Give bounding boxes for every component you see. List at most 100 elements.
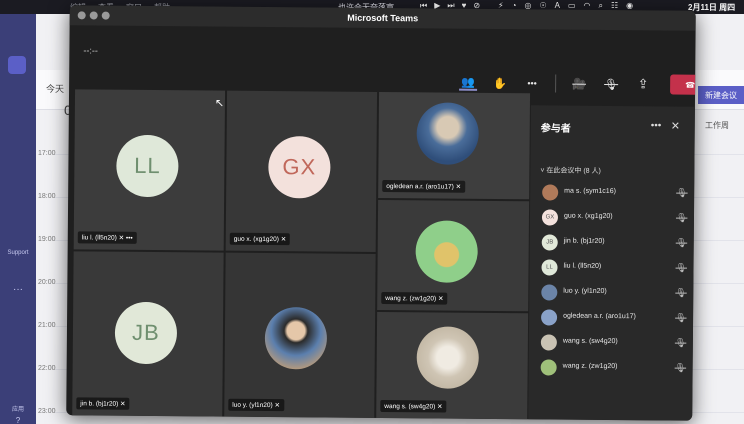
mic-muted-icon: ✕ bbox=[437, 295, 444, 303]
mic-muted-icon: ✕ bbox=[120, 400, 126, 408]
participant-avatar bbox=[540, 359, 557, 376]
mic-muted-icon: 🎙 bbox=[676, 187, 688, 198]
time-label: 19:00 bbox=[38, 236, 56, 243]
toolbar-divider bbox=[555, 74, 557, 93]
mic-muted-icon: 🎙 bbox=[674, 337, 687, 348]
work-week-selector[interactable]: 工作周 bbox=[705, 120, 729, 131]
mic-muted-icon: 🎙 bbox=[675, 287, 687, 298]
help-icon[interactable]: ? bbox=[5, 416, 31, 424]
participant-row[interactable]: ogledean a.r. (aro1u17) 🎙 bbox=[529, 306, 693, 329]
time-label: 21:00 bbox=[38, 322, 56, 329]
new-meeting-button[interactable]: 新建会议 bbox=[698, 86, 744, 104]
participant-name: jin b. (bj1r20) bbox=[80, 400, 119, 408]
mic-off-icon[interactable]: 🎙 bbox=[602, 77, 620, 90]
participant-row[interactable]: LL liu l. (ll5n20) 🎙 bbox=[529, 256, 693, 279]
meeting-toolbar: 👥 ✋ ••• 🎥 🎙 ⇪ ☎ 退出 bbox=[459, 73, 696, 96]
video-tile[interactable]: luo y. (yl1n20) ✕ bbox=[224, 252, 376, 418]
more-options-icon[interactable]: ••• bbox=[126, 235, 133, 242]
participant-name-tag: jin b. (bj1r20) ✕ bbox=[76, 397, 130, 410]
participant-name: ma s. (sym1c16) bbox=[564, 187, 616, 196]
avatar: GX bbox=[268, 136, 331, 199]
calendar-app-icon[interactable] bbox=[8, 56, 26, 74]
rail-more-icon[interactable]: ··· bbox=[5, 284, 31, 295]
profile-photo bbox=[264, 306, 328, 370]
more-actions-icon[interactable]: ••• bbox=[523, 78, 541, 88]
participant-name: jin b. (bj1r20) bbox=[563, 237, 605, 245]
time-label: 18:00 bbox=[38, 193, 56, 200]
video-tile[interactable]: LL ↖ liu l. (ll5n20) ✕ ••• bbox=[73, 89, 226, 251]
time-label: 17:00 bbox=[38, 150, 56, 157]
mic-muted-icon: 🎙 bbox=[675, 212, 688, 223]
window-title: Microsoft Teams bbox=[347, 12, 419, 24]
participant-row[interactable]: ma s. (sym1c16) 🎙 bbox=[530, 181, 694, 204]
participant-name-tag: ogledean a.r. (aro1u17) ✕ bbox=[382, 180, 466, 193]
video-tile[interactable]: wang z. (zw1g20) ✕ bbox=[377, 199, 530, 312]
participant-name: wang z. (zw1g20) bbox=[562, 362, 618, 371]
leave-button[interactable]: ☎ 退出 bbox=[670, 74, 696, 96]
participant-name: wang s. (sw4g20) bbox=[384, 403, 436, 411]
participant-avatar bbox=[542, 184, 559, 201]
participant-row[interactable]: luo y. (yl1n20) 🎙 bbox=[529, 281, 693, 304]
participant-name: luo y. (yl1n20) bbox=[232, 401, 273, 410]
participant-name: luo y. (yl1n20) bbox=[563, 287, 607, 295]
rail-item-support[interactable]: Support bbox=[5, 250, 31, 256]
participant-avatar: JB bbox=[541, 234, 558, 251]
mic-muted-icon: 🎙 bbox=[675, 312, 687, 323]
close-icon[interactable]: ✕ bbox=[671, 120, 680, 133]
avatar: JB bbox=[114, 301, 178, 365]
teams-app-rail: Support ··· 应用 ? bbox=[0, 14, 36, 424]
mic-muted-icon: 🎙 bbox=[675, 262, 688, 273]
participant-name: guo x. (xg1g20) bbox=[563, 212, 613, 221]
participant-name: ogledean a.r. (aro1u17) bbox=[386, 183, 454, 191]
participant-name: wang z. (zw1g20) bbox=[385, 295, 437, 303]
mic-muted-icon: 🎙 bbox=[675, 237, 688, 248]
participant-name: guo x. (xg1g20) bbox=[233, 235, 279, 244]
video-tile[interactable]: ogledean a.r. (aro1u17) ✕ bbox=[378, 91, 531, 200]
time-label: 20:00 bbox=[38, 279, 56, 286]
share-screen-icon[interactable]: ⇪ bbox=[634, 76, 652, 92]
camera-off-icon[interactable]: 🎥 bbox=[570, 77, 588, 90]
time-label: 22:00 bbox=[38, 365, 56, 372]
raise-hand-icon[interactable]: ✋ bbox=[491, 76, 509, 89]
mouse-cursor-icon: ↖ bbox=[214, 97, 225, 110]
mic-muted-icon: ✕ bbox=[455, 183, 462, 191]
participant-name: wang s. (sw4g20) bbox=[562, 337, 618, 346]
time-label: 23:00 bbox=[38, 408, 56, 415]
participant-row[interactable]: wang s. (sw4g20) 🎙 bbox=[529, 331, 693, 354]
participant-name-tag: wang z. (zw1g20) ✕ bbox=[381, 292, 448, 305]
video-tile[interactable]: JB jin b. (bj1r20) ✕ bbox=[72, 251, 224, 417]
participant-name-tag: guo x. (xg1g20) ✕ bbox=[229, 232, 291, 246]
participant-avatar: LL bbox=[541, 259, 558, 276]
participant-name-tag: wang s. (sw4g20) ✕ bbox=[380, 400, 447, 413]
profile-photo bbox=[416, 102, 479, 165]
phone-hangup-icon: ☎ bbox=[685, 80, 696, 90]
mic-muted-icon: 🎙 bbox=[674, 362, 687, 373]
mic-muted-icon: ✕ bbox=[280, 236, 287, 244]
participant-name: ogledean a.r. (aro1u17) bbox=[563, 312, 636, 321]
participants-panel: 参与者 ••• ✕ ˅ 在此会议中 (8 人) ma s. (sym1c16) 🎙… bbox=[528, 105, 695, 421]
participant-name: liu l. (ll5n20) bbox=[81, 234, 117, 242]
participants-title: 参与者 bbox=[540, 123, 571, 135]
participant-name-tag: liu l. (ll5n20) ✕ ••• bbox=[77, 231, 137, 244]
today-button[interactable]: 今天 bbox=[46, 82, 64, 95]
participant-row[interactable]: wang z. (zw1g20) 🎙 bbox=[529, 356, 693, 379]
mic-muted-icon: ✕ bbox=[274, 402, 280, 410]
video-tile[interactable]: wang s. (sw4g20) ✕ bbox=[376, 311, 529, 420]
profile-photo bbox=[416, 326, 480, 389]
rail-item-apps[interactable]: 应用 bbox=[5, 404, 31, 413]
participant-name: liu l. (ll5n20) bbox=[563, 262, 602, 270]
participant-list: ma s. (sym1c16) 🎙 GX guo x. (xg1g20) 🎙 JB jin … bbox=[531, 105, 695, 376]
mic-muted-icon: ✕ bbox=[118, 234, 125, 242]
participants-icon[interactable]: 👥 bbox=[459, 75, 478, 91]
participant-avatar bbox=[540, 334, 557, 351]
participant-avatar: GX bbox=[541, 209, 559, 226]
participant-avatar bbox=[541, 284, 558, 301]
in-meeting-section-header[interactable]: ˅ 在此会议中 (8 人) bbox=[540, 165, 601, 176]
mic-muted-icon: ✕ bbox=[437, 403, 443, 411]
video-tile[interactable]: GX guo x. (xg1g20) ✕ bbox=[225, 90, 378, 252]
profile-photo bbox=[415, 220, 478, 283]
participant-row[interactable]: GX guo x. (xg1g20) 🎙 bbox=[530, 206, 694, 229]
title-bar: Microsoft Teams bbox=[69, 5, 696, 31]
panel-more-icon[interactable]: ••• bbox=[651, 120, 662, 131]
participant-row[interactable]: JB jin b. (bj1r20) 🎙 bbox=[530, 231, 694, 254]
